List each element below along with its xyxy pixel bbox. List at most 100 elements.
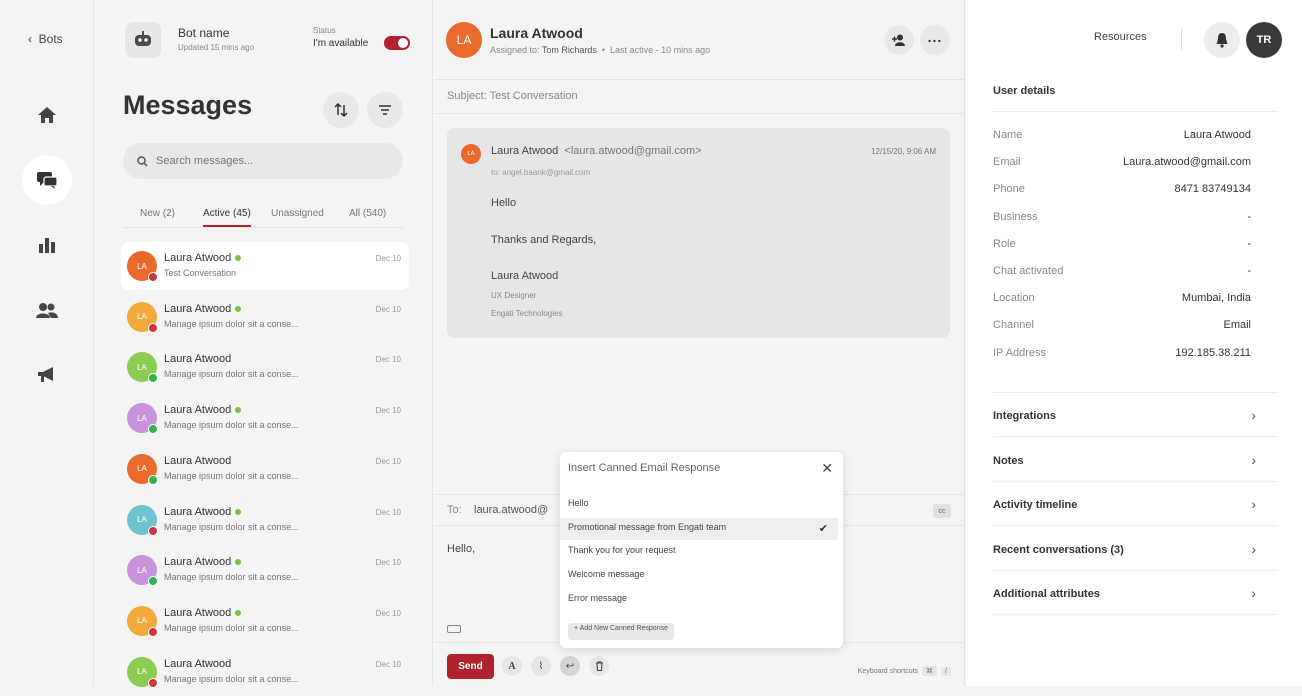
assign-user-button[interactable] xyxy=(884,25,914,55)
list-item[interactable]: LA Laura Atwood Manage ipsum dolor sit a c… xyxy=(121,293,409,341)
conversation-date: Dec 10 xyxy=(375,254,401,263)
section-label: Notes xyxy=(993,454,1024,467)
section-additional-attributes[interactable]: Additional attributes › xyxy=(993,571,1278,615)
bell-icon xyxy=(1216,33,1228,48)
availability-toggle[interactable] xyxy=(384,36,410,50)
delete-button[interactable] xyxy=(589,656,609,676)
sort-button[interactable] xyxy=(323,92,359,128)
attach-button[interactable]: ⌇ xyxy=(531,656,551,676)
back-to-bots-link[interactable]: ‹ Bots xyxy=(28,32,63,46)
conversation-preview: Manage ipsum dolor sit a conse... xyxy=(164,622,299,633)
detail-row: Chat activated - xyxy=(993,265,1251,277)
filter-icon xyxy=(379,105,391,115)
section-integrations[interactable]: Integrations › xyxy=(993,393,1278,437)
canned-item[interactable]: Thank you for your request xyxy=(560,541,838,563)
filter-button[interactable] xyxy=(367,92,403,128)
bot-name: Bot name xyxy=(178,26,230,40)
conversation-preview: Manage ipsum dolor sit a conse... xyxy=(164,521,299,532)
font-icon: A xyxy=(508,660,516,672)
list-item[interactable]: LA Laura Atwood Manage ipsum dolor sit a c… xyxy=(121,648,409,696)
section-label: Integrations xyxy=(993,410,1056,422)
cc-button[interactable]: cc xyxy=(933,504,951,518)
add-user-icon xyxy=(892,34,905,46)
close-icon[interactable]: ✕ xyxy=(821,460,833,477)
text-format-button[interactable]: A xyxy=(502,656,522,676)
tab-all[interactable]: All (540) xyxy=(349,208,386,219)
nav-users[interactable] xyxy=(22,285,72,335)
sort-icon xyxy=(334,103,348,117)
list-item[interactable]: LA Laura Atwood Test Conversation Dec 10 xyxy=(121,242,409,290)
search-icon xyxy=(137,155,148,167)
user-avatar[interactable]: TR xyxy=(1246,22,1282,58)
contact-meta: Assigned to: Tom Richards • Last active … xyxy=(490,45,711,55)
main-nav: ‹ Bots xyxy=(0,0,94,686)
list-item[interactable]: LA Laura Atwood Manage ipsum dolor sit a c… xyxy=(121,597,409,645)
assigned-prefix: Assigned to: xyxy=(490,45,540,55)
chevron-right-icon: › xyxy=(1251,496,1256,512)
online-indicator xyxy=(235,508,242,515)
detail-value: Mumbai, India xyxy=(1181,292,1251,305)
canned-item[interactable]: Error message xyxy=(560,589,838,611)
detail-row: Location Mumbai, India xyxy=(993,292,1251,304)
tab-new[interactable]: New (2) xyxy=(140,208,175,219)
conversation-panel: Bot name Updated 15 mins ago Status I'm … xyxy=(95,0,433,688)
conversation-date: Dec 10 xyxy=(375,659,401,669)
tab-active[interactable]: Active (45) xyxy=(203,208,251,227)
section-notes[interactable]: Notes › xyxy=(993,438,1278,482)
assigned-agent[interactable]: Tom Richards xyxy=(542,45,597,55)
section-label: Recent conversations (3) xyxy=(993,543,1124,556)
conversation-preview: Test Conversation xyxy=(164,268,237,278)
section-recent-conversations[interactable]: Recent conversations (3) › xyxy=(993,527,1278,571)
send-button[interactable]: Send xyxy=(447,654,494,679)
users-icon xyxy=(36,303,58,318)
email-greeting: Hello xyxy=(491,197,517,209)
channel-badge-icon xyxy=(148,626,158,637)
sender-address: <laura.atwood@gmail.com> xyxy=(564,145,702,157)
nav-home[interactable] xyxy=(22,90,72,140)
tab-unassigned[interactable]: Unassigned xyxy=(271,208,324,219)
canned-response-button[interactable]: ↩ xyxy=(560,656,580,676)
detail-row: Channel Email xyxy=(993,319,1251,331)
list-item[interactable]: LA Laura Atwood Manage ipsum dolor sit a c… xyxy=(121,496,409,544)
search-input[interactable] xyxy=(156,155,376,167)
section-label: Activity timeline xyxy=(993,499,1078,511)
list-item[interactable]: LA Laura Atwood Manage ipsum dolor sit a c… xyxy=(121,343,409,391)
header-divider xyxy=(1181,28,1182,50)
bar-chart-icon xyxy=(39,238,55,253)
paperclip-icon: ⌇ xyxy=(538,660,544,672)
email-from: Laura Atwood <laura.atwood@gmail.com> xyxy=(491,145,702,157)
notifications-button[interactable] xyxy=(1204,22,1240,58)
keyboard-shortcuts[interactable]: Keyboard shortcuts ⌘ / xyxy=(858,666,951,676)
conversation-name: Laura Atwood xyxy=(164,303,242,315)
compose-body[interactable]: Hello, xyxy=(447,543,475,555)
list-item[interactable]: LA Laura Atwood Manage ipsum dolor sit a c… xyxy=(121,394,409,442)
chevron-right-icon: › xyxy=(1251,451,1256,468)
channel-badge-icon xyxy=(148,272,158,282)
resources-link[interactable]: Resources xyxy=(1094,31,1147,43)
canned-item-label: Welcome message xyxy=(568,569,645,580)
canned-item[interactable]: Welcome message xyxy=(560,565,838,587)
section-activity-timeline[interactable]: Activity timeline › xyxy=(993,482,1278,526)
list-item[interactable]: LA Laura Atwood Manage ipsum dolor sit a c… xyxy=(121,546,409,594)
nav-analytics[interactable] xyxy=(22,220,72,270)
detail-value: Laura Atwood xyxy=(1183,129,1251,141)
to-field[interactable]: laura.atwood@ xyxy=(474,504,548,516)
conversation-name: Laura Atwood xyxy=(164,404,242,416)
add-canned-response-button[interactable]: + Add New Canned Response xyxy=(568,623,674,640)
contact-name: Laura Atwood xyxy=(164,252,232,264)
canned-item[interactable]: Hello xyxy=(560,494,838,516)
list-item[interactable]: LA Laura Atwood Manage ipsum dolor sit a c… xyxy=(121,445,409,493)
keyboard-icon[interactable] xyxy=(447,625,461,633)
conversation-date: Dec 10 xyxy=(375,507,401,517)
conversation-preview: Manage ipsum dolor sit a conse... xyxy=(164,470,299,481)
channel-badge-icon xyxy=(148,474,158,485)
canned-item[interactable]: Promotional message from Engati team ✔ xyxy=(560,517,838,540)
conversation-date: Dec 10 xyxy=(375,406,401,416)
nav-messages[interactable] xyxy=(22,155,72,205)
channel-badge-icon xyxy=(148,424,158,435)
back-label: Bots xyxy=(38,32,63,46)
more-options-button[interactable]: ... xyxy=(920,25,950,55)
message-tabs: New (2) Active (45) Unassigned All (540) xyxy=(123,206,403,228)
detail-key: Chat activated xyxy=(993,265,1064,277)
nav-broadcast[interactable] xyxy=(22,350,72,400)
